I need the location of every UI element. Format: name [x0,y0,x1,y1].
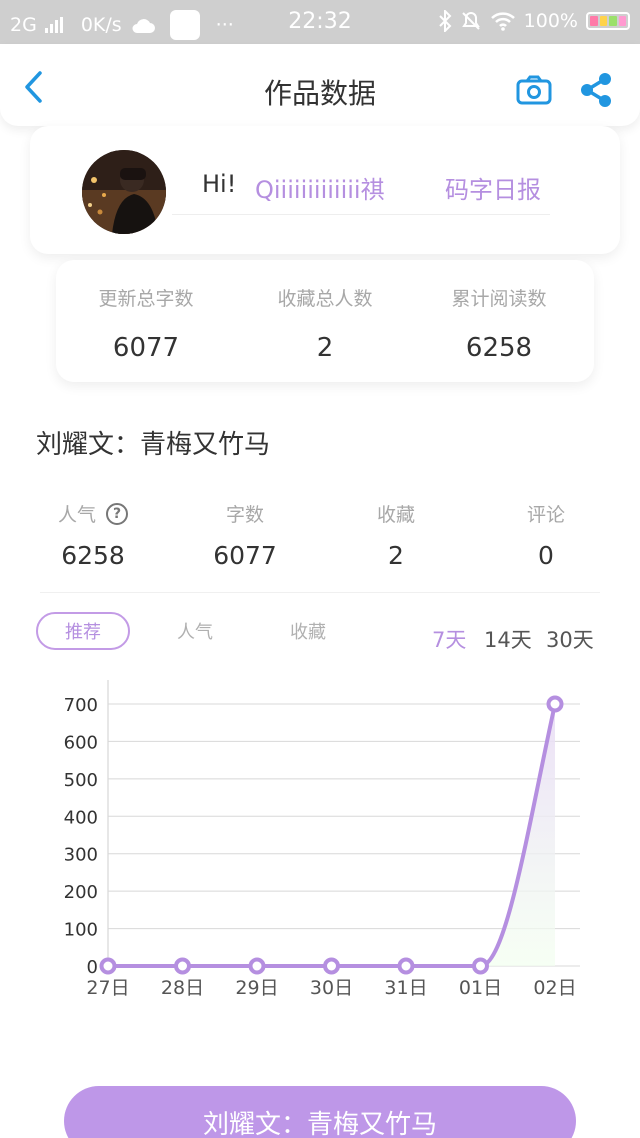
bluetooth-icon [438,10,452,32]
x-tick-label: 28日 [161,977,204,999]
y-tick-label: 300 [64,845,98,866]
stat-label: 累计阅读数 [451,288,547,310]
battery-percent: 100% [523,10,578,32]
stat-label: 收藏总人数 [277,288,373,310]
range-tab-14d[interactable]: 14天 [484,624,532,654]
stat-total-words: 更新总字数 6077 [56,284,236,363]
greeting: Hi! [202,170,237,198]
avatar-photo [82,150,166,234]
tab-popularity[interactable]: 人气 [148,612,242,650]
work-stat-comments: 评论 0 [471,500,621,570]
x-tick-label: 02日 [533,977,576,999]
help-icon[interactable]: ? [106,502,128,525]
stat-total-favorites: 收藏总人数 2 [235,284,415,363]
series-area [108,704,555,966]
data-point [174,957,191,975]
stat-value: 2 [388,541,404,570]
stat-total-reads: 累计阅读数 6258 [409,284,589,363]
stat-label: 人气 [57,504,96,526]
stat-label: 收藏 [376,504,415,526]
avatar[interactable] [82,150,166,234]
tab-recommend[interactable]: 推荐 [36,612,130,650]
x-tick-label: 30日 [310,977,353,999]
status-bar: 2G 0K/s ··· 22:32 100% [0,0,640,44]
x-tick-label: 29日 [235,977,278,999]
data-point [99,957,117,975]
y-tick-label: 700 [64,695,98,716]
data-point [397,957,415,975]
range-tab-30d[interactable]: 30天 [546,624,594,654]
stat-value: 6258 [465,333,533,363]
stat-label: 评论 [526,504,565,526]
camera-icon[interactable] [516,74,552,106]
range-tab-7d[interactable]: 7天 [432,624,466,654]
summary-card: 更新总字数 6077 收藏总人数 2 累计阅读数 6258 [56,260,594,382]
y-tick-label: 600 [64,732,98,753]
y-tick-label: 400 [64,807,98,828]
work-stat-words: 字数 6077 [170,500,320,570]
tab-favorites[interactable]: 收藏 [261,612,355,650]
nav-bar: 作品数据 [0,44,640,126]
stat-value: 0 [538,541,554,570]
work-stat-favorites: 收藏 2 [321,500,471,570]
x-tick-label: 27日 [86,977,129,999]
profile-card: Hi! Qiiiiiiiiiiiii祺 码字日报 [30,126,620,254]
status-right: 100% [438,10,630,32]
stat-label: 更新总字数 [98,288,194,310]
work-button[interactable]: 刘耀文：青梅又竹马 [64,1086,576,1138]
stat-value: 6258 [61,541,125,570]
username: Qiiiiiiiiiiiii祺 [255,176,385,204]
stat-value: 6077 [213,541,277,570]
work-stat-popularity: 人气? 6258 [18,500,168,570]
mute-icon [461,11,480,30]
wifi-icon [490,12,515,31]
y-tick-label: 0 [87,957,98,978]
data-point [323,957,340,975]
work-title: 刘耀文：青梅又竹马 [36,430,271,460]
x-tick-label: 31日 [384,977,427,999]
line-chart: 0 100 200 300 400 500 600 700 27日 28日 29日 30日 31日 01日… [64,680,580,999]
x-tick-label: 01日 [459,977,502,999]
y-tick-label: 200 [64,882,98,903]
daily-report-link[interactable]: 码字日报 [445,170,541,205]
data-point [248,957,266,975]
series-line [108,703,557,968]
share-icon[interactable] [578,72,614,108]
stat-value: 2 [316,333,334,363]
divider [40,592,600,593]
data-point [546,695,564,713]
chevron-left-icon[interactable] [20,70,50,104]
data-point [472,957,489,975]
battery-icon [586,12,630,30]
divider [172,214,550,215]
y-tick-label: 100 [64,920,98,941]
y-tick-label: 500 [64,770,98,791]
stat-value: 6077 [112,333,180,363]
stat-label: 字数 [225,504,264,526]
